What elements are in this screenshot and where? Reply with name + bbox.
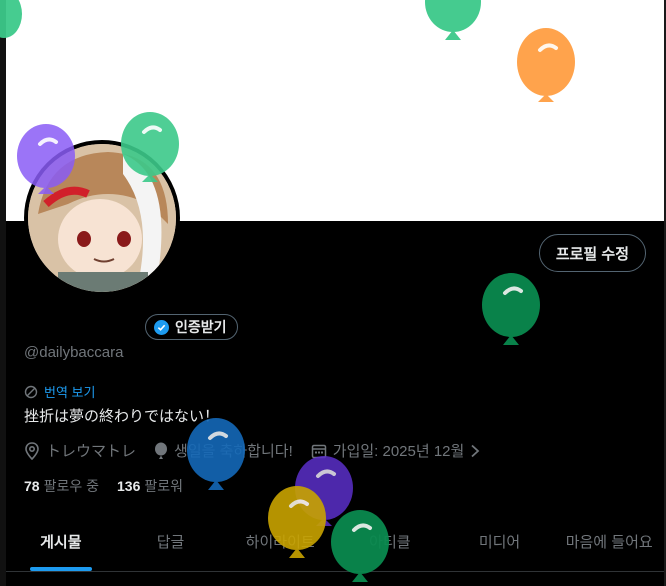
verified-check-icon [154,319,169,335]
tab-label: 게시물 [40,534,82,551]
follow-stats: 78 팔로우 중 136 팔로워 [24,476,183,496]
edit-profile-button[interactable]: 프로필 수정 [538,234,646,272]
tab-label: 미디어 [478,534,521,551]
following-count: 78 [24,478,40,494]
profile-meta: トレウマトレ 생일을 축하합니다! 가입일: 2025년 12월 [24,440,480,461]
location-text: トレウマトレ [46,443,137,460]
following-link[interactable]: 78 팔로우 중 [24,476,99,496]
timeline-area [6,573,664,586]
joined-item[interactable]: 가입일: 2025년 12월 [311,440,481,461]
translate-icon [24,385,38,398]
tab-label: 마음에 들어요 [565,534,653,551]
tab-label: 하이라이트 [245,534,315,551]
tab-replies[interactable]: 답글 [116,512,226,571]
translate-label: 번역 보기 [44,385,96,400]
avatar[interactable] [24,140,180,296]
tab-media[interactable]: 미디어 [445,512,555,571]
get-verified-button[interactable]: 인증받기 [145,314,238,340]
following-label: 팔로우 중 [43,478,99,494]
balloon-icon [155,442,168,459]
tab-posts[interactable]: 게시물 [6,512,116,571]
tab-label: 답글 [156,534,185,551]
chevron-right-icon [471,444,480,457]
followers-link[interactable]: 136 팔로워 [117,476,183,496]
followers-count: 136 [117,478,141,494]
profile-tabs: 게시물 답글 하이라이트 아티클 미디어 마음에 들어요 [6,512,664,572]
avatar-image [28,144,176,292]
translate-bio-link[interactable]: 번역 보기 [24,382,95,401]
active-tab-indicator [29,567,92,571]
tab-articles[interactable]: 아티클 [335,512,445,571]
birthday-text: 생일을 축하합니다! [174,443,293,460]
user-handle: @dailybaccara [24,344,124,361]
tab-highlights[interactable]: 하이라이트 [225,512,335,571]
location-item: トレウマトレ [24,440,136,461]
followers-label: 팔로워 [144,478,183,494]
calendar-icon [311,444,327,458]
tab-label: 아티클 [369,534,411,551]
birthday-item: 생일을 축하합니다! [154,440,293,461]
joined-text: 가입일: 2025년 12월 [332,443,465,460]
location-pin-icon [25,441,39,460]
tab-likes[interactable]: 마음에 들어요 [554,512,664,571]
get-verified-label: 인증받기 [175,319,227,335]
profile-bio: 挫折は夢の終わりではない！ [24,407,220,425]
